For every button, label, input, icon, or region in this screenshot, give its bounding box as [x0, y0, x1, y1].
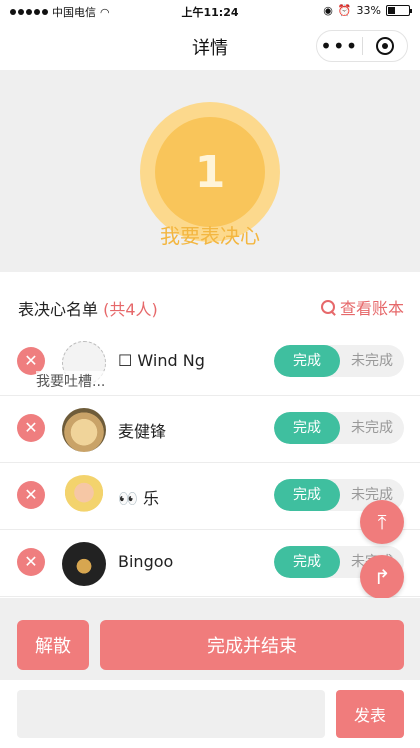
- compose-bar: 发表: [0, 680, 420, 748]
- done-option[interactable]: 完成: [274, 546, 340, 578]
- post-button[interactable]: 发表: [336, 690, 404, 738]
- count-badge-number: 1: [194, 146, 226, 198]
- remove-member-button[interactable]: ✕: [17, 414, 45, 442]
- status-toggle: 完成 未完成: [274, 345, 404, 377]
- close-mini-program-button[interactable]: [362, 37, 407, 55]
- finish-button[interactable]: 完成并结束: [100, 620, 404, 670]
- more-menu-button[interactable]: •••: [317, 36, 362, 56]
- hero-section: 1 我要表决心: [0, 70, 420, 272]
- undone-option[interactable]: 未完成: [340, 345, 404, 377]
- member-comment: 我要吐槽...: [36, 371, 106, 391]
- done-option[interactable]: 完成: [274, 479, 340, 511]
- count-badge-inner: 1: [155, 117, 265, 227]
- cat-avatar: [62, 408, 106, 452]
- remove-member-button[interactable]: ✕: [17, 548, 45, 576]
- comment-input[interactable]: [17, 690, 325, 738]
- pledge-button[interactable]: 我要表决心: [0, 220, 420, 249]
- car-avatar: [62, 542, 106, 586]
- member-row: ✕ ☐ Wind Ng 我要吐槽... 完成 未完成: [0, 330, 420, 396]
- view-ledger-link[interactable]: 查看账本: [320, 295, 404, 319]
- dissolve-button[interactable]: 解散: [17, 620, 89, 670]
- search-icon: [320, 299, 336, 315]
- member-name: ☐ Wind Ng: [118, 351, 205, 370]
- done-option[interactable]: 完成: [274, 345, 340, 377]
- target-icon: [375, 37, 394, 55]
- member-row: ✕ 麦健锋 完成 未完成: [0, 397, 420, 463]
- status-toggle: 完成 未完成: [274, 412, 404, 444]
- status-bar: 中国电信 ◠ 上午11:24 ◉ ⏰ 33%: [0, 0, 420, 22]
- remove-member-button[interactable]: ✕: [17, 481, 45, 509]
- member-name: 麦健锋: [118, 422, 167, 441]
- alarm-icon: ⏰: [337, 4, 352, 17]
- lock-rotation-icon: ◉: [323, 4, 333, 17]
- status-right: ◉ ⏰ 33%: [323, 4, 412, 17]
- member-count: (共4人): [103, 300, 158, 319]
- list-title-text: 表决心名单: [18, 300, 99, 319]
- nav-bar: 详情 •••: [0, 22, 420, 70]
- battery-percent: 33%: [356, 4, 381, 17]
- action-bar: 解散 完成并结束: [0, 598, 420, 680]
- view-ledger-label: 查看账本: [339, 299, 404, 318]
- done-option[interactable]: 完成: [274, 412, 340, 444]
- share-button[interactable]: ↱: [360, 555, 404, 599]
- list-title: 表决心名单 (共4人): [18, 296, 158, 320]
- girl-avatar: [62, 475, 106, 519]
- member-name: 👀 乐: [118, 489, 160, 508]
- arrow-up-to-top-icon: ⤒: [377, 510, 387, 534]
- member-row: ✕ Bingoo 完成 未完成: [0, 531, 420, 597]
- member-row: ✕ 👀 乐 完成 未完成: [0, 464, 420, 530]
- undone-option[interactable]: 未完成: [340, 412, 404, 444]
- member-name: Bingoo: [118, 552, 174, 571]
- mini-program-capsule: •••: [316, 30, 408, 62]
- list-header: 表决心名单 (共4人) 查看账本: [0, 282, 420, 330]
- battery-icon: [386, 5, 412, 16]
- scroll-to-top-button[interactable]: ⤒: [360, 500, 404, 544]
- share-arrow-icon: ↱: [373, 565, 391, 589]
